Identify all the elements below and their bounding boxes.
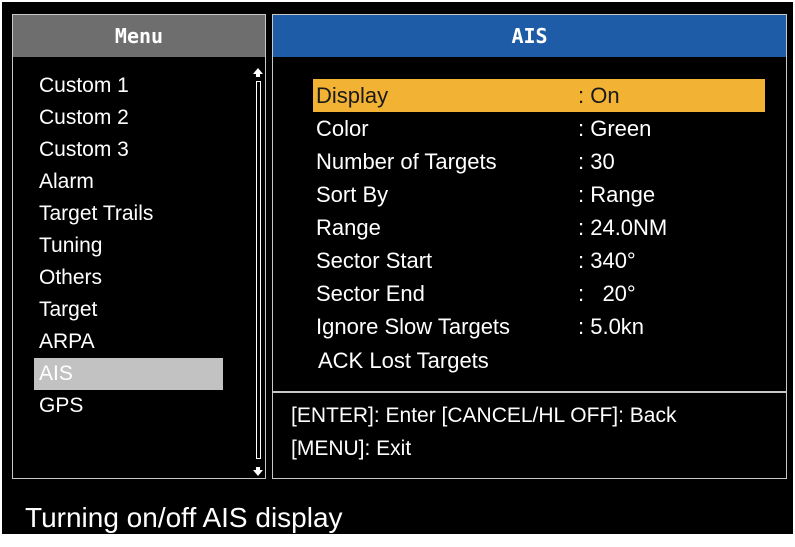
help-line-enter-cancel: [ENTER]: Enter [CANCEL/HL OFF]: Back (291, 404, 677, 427)
setting-label: Number of Targets (316, 149, 497, 174)
menu-item-custom-2[interactable]: Custom 2 (13, 102, 253, 134)
menu-item-target-trails[interactable]: Target Trails (13, 198, 253, 230)
menu-scrollbar[interactable] (243, 65, 267, 485)
setting-label: Display (316, 83, 389, 108)
setting-value: : 5.0kn (578, 314, 645, 339)
ais-panel: AIS Display : On Color : Green Number of… (272, 14, 787, 479)
setting-sort-by[interactable]: Sort By : Range (273, 178, 788, 211)
help-line-menu-exit: [MENU]: Exit (291, 437, 412, 460)
setting-value: : On (578, 83, 620, 108)
ais-settings-list: Display : On Color : Green Number of Tar… (273, 79, 788, 343)
key-help: [ENTER]: Enter [CANCEL/HL OFF]: Back [ME… (291, 399, 676, 465)
scroll-down-arrow-icon[interactable] (251, 463, 265, 477)
setting-label: Color (316, 116, 369, 141)
setting-number-of-targets[interactable]: Number of Targets : 30 (273, 145, 788, 178)
setting-label: Ignore Slow Targets (316, 314, 511, 339)
setting-value: : 24.0NM (578, 215, 668, 240)
menu-panel: Menu Custom 1 Custom 2 Custom 3 Alarm Ta… (12, 14, 266, 479)
setting-sector-end[interactable]: Sector End : 20° (273, 277, 788, 310)
menu-item-others[interactable]: Others (13, 262, 253, 294)
menu-item-tuning[interactable]: Tuning (13, 230, 253, 262)
radar-screen: Menu Custom 1 Custom 2 Custom 3 Alarm Ta… (0, 0, 795, 536)
menu-item-arpa[interactable]: ARPA (13, 326, 253, 358)
scroll-up-arrow-icon[interactable] (251, 67, 265, 81)
setting-label: Sort By (316, 182, 389, 207)
setting-value: : Range (578, 182, 656, 207)
setting-label: Sector End (316, 281, 425, 306)
setting-label: Range (316, 215, 381, 240)
setting-ignore-slow-targets[interactable]: Ignore Slow Targets : 5.0kn (273, 310, 788, 343)
ais-title: AIS (273, 15, 786, 57)
setting-value: : 340° (578, 248, 636, 273)
scroll-track[interactable] (256, 81, 261, 459)
setting-value: : 20° (578, 281, 636, 306)
menu-item-gps[interactable]: GPS (13, 390, 253, 422)
setting-value: : 30 (578, 149, 615, 174)
menu-item-custom-3[interactable]: Custom 3 (13, 134, 253, 166)
menu-item-ais[interactable]: AIS (34, 358, 223, 390)
caption-text: Turning on/off AIS display (12, 489, 787, 533)
menu-title: Menu (13, 15, 265, 57)
menu-list: Custom 1 Custom 2 Custom 3 Alarm Target … (13, 70, 253, 422)
setting-display[interactable]: Display : On (313, 79, 765, 112)
divider (273, 391, 786, 393)
menu-item-target[interactable]: Target (13, 294, 253, 326)
menu-item-custom-1[interactable]: Custom 1 (13, 70, 253, 102)
setting-sector-start[interactable]: Sector Start : 340° (273, 244, 788, 277)
setting-color[interactable]: Color : Green (273, 112, 788, 145)
setting-range[interactable]: Range : 24.0NM (273, 211, 788, 244)
menu-item-alarm[interactable]: Alarm (13, 166, 253, 198)
ack-lost-targets-item[interactable]: ACK Lost Targets (318, 348, 489, 374)
setting-label: Sector Start (316, 248, 433, 273)
setting-value: : Green (578, 116, 652, 141)
